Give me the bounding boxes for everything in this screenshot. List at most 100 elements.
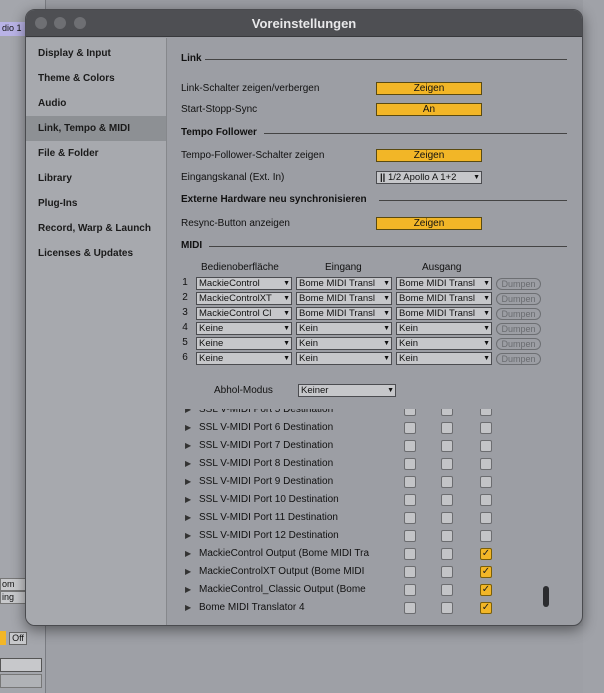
sync-checkbox[interactable] bbox=[441, 458, 453, 470]
remote-checkbox[interactable] bbox=[480, 458, 492, 470]
disclosure-triangle-icon[interactable]: ▶ bbox=[185, 603, 191, 612]
midi-input-select[interactable]: Bome MIDI Transl ▼ bbox=[296, 292, 392, 305]
disclosure-triangle-icon[interactable]: ▶ bbox=[185, 531, 191, 540]
dump-button[interactable]: Dumpen bbox=[496, 293, 541, 305]
sidebar-item[interactable]: File & Folder bbox=[26, 141, 166, 166]
remote-checkbox[interactable] bbox=[480, 409, 492, 416]
midi-output-select[interactable]: Bome MIDI Transl ▼ bbox=[396, 307, 492, 320]
sync-checkbox[interactable] bbox=[441, 494, 453, 506]
track-checkbox[interactable] bbox=[404, 548, 416, 560]
remote-checkbox[interactable]: ✓ bbox=[480, 566, 492, 578]
disclosure-triangle-icon[interactable]: ▶ bbox=[185, 477, 191, 486]
midi-output-select[interactable]: Kein ▼ bbox=[396, 322, 492, 335]
sidebar-item[interactable]: Link, Tempo & MIDI bbox=[26, 116, 166, 141]
disclosure-triangle-icon[interactable]: ▶ bbox=[185, 409, 191, 414]
midi-input-select[interactable]: Kein ▼ bbox=[296, 322, 392, 335]
midi-output-select[interactable]: Bome MIDI Transl ▼ bbox=[396, 277, 492, 290]
midi-output-select[interactable]: Kein ▼ bbox=[396, 337, 492, 350]
disclosure-triangle-icon[interactable]: ▶ bbox=[185, 585, 191, 594]
dump-button[interactable]: Dumpen bbox=[496, 323, 541, 335]
track-checkbox[interactable] bbox=[404, 494, 416, 506]
background-app-bottom bbox=[46, 626, 583, 693]
control-surface-select[interactable]: Keine ▼ bbox=[196, 322, 292, 335]
input-channel-select[interactable]: || 1/2 Apollo A 1+2 ▼ bbox=[376, 171, 482, 184]
dump-button[interactable]: Dumpen bbox=[496, 308, 541, 320]
track-checkbox[interactable] bbox=[404, 602, 416, 614]
control-surface-select[interactable]: MackieControl ▼ bbox=[196, 277, 292, 290]
dump-button[interactable]: Dumpen bbox=[496, 353, 541, 365]
control-surface-select[interactable]: MackieControlXT ▼ bbox=[196, 292, 292, 305]
track-checkbox[interactable] bbox=[404, 584, 416, 596]
disclosure-triangle-icon[interactable]: ▶ bbox=[185, 423, 191, 432]
track-checkbox[interactable] bbox=[404, 476, 416, 488]
sidebar-item[interactable]: Audio bbox=[26, 91, 166, 116]
midi-port-name: Bome MIDI Translator 4 bbox=[199, 602, 305, 613]
sync-checkbox[interactable] bbox=[441, 512, 453, 524]
disclosure-triangle-icon[interactable]: ▶ bbox=[185, 459, 191, 468]
chevron-down-icon: ▼ bbox=[482, 338, 490, 349]
sync-checkbox[interactable] bbox=[441, 409, 453, 416]
remote-checkbox[interactable] bbox=[480, 512, 492, 524]
resync-button[interactable]: Zeigen bbox=[376, 217, 482, 230]
midi-input-select[interactable]: Bome MIDI Transl ▼ bbox=[296, 307, 392, 320]
track-checkbox[interactable] bbox=[404, 566, 416, 578]
ports-scrollbar[interactable] bbox=[543, 586, 549, 607]
control-surface-select[interactable]: Keine ▼ bbox=[196, 352, 292, 365]
sync-checkbox[interactable] bbox=[441, 476, 453, 488]
pickup-mode-select[interactable]: Keiner ▼ bbox=[298, 384, 396, 397]
remote-checkbox[interactable] bbox=[480, 530, 492, 542]
remote-checkbox[interactable]: ✓ bbox=[480, 548, 492, 560]
sidebar-item[interactable]: Record, Warp & Launch bbox=[26, 216, 166, 241]
disclosure-triangle-icon[interactable]: ▶ bbox=[185, 513, 191, 522]
midi-port-row: ▶ Bome MIDI Translator 4 ✓ bbox=[168, 600, 582, 618]
sidebar-item[interactable]: Theme & Colors bbox=[26, 66, 166, 91]
sidebar-item[interactable]: Library bbox=[26, 166, 166, 191]
disclosure-triangle-icon[interactable]: ▶ bbox=[185, 495, 191, 504]
disclosure-triangle-icon[interactable]: ▶ bbox=[185, 441, 191, 450]
sidebar-item[interactable]: Licenses & Updates bbox=[26, 241, 166, 266]
sync-checkbox[interactable] bbox=[441, 422, 453, 434]
midi-input-select[interactable]: Kein ▼ bbox=[296, 352, 392, 365]
sync-checkbox[interactable] bbox=[441, 602, 453, 614]
midi-port-name: MackieControl Output (Bome MIDI Tra bbox=[199, 548, 370, 559]
background-toggle[interactable] bbox=[0, 631, 6, 645]
track-checkbox[interactable] bbox=[404, 440, 416, 452]
midi-output-select[interactable]: Bome MIDI Transl ▼ bbox=[396, 292, 492, 305]
tempo-follower-toggle-button[interactable]: Zeigen bbox=[376, 149, 482, 162]
sync-checkbox[interactable] bbox=[441, 548, 453, 560]
remote-checkbox[interactable] bbox=[480, 476, 492, 488]
disclosure-triangle-icon[interactable]: ▶ bbox=[185, 549, 191, 558]
start-stop-sync-button[interactable]: An bbox=[376, 103, 482, 116]
track-checkbox[interactable] bbox=[404, 409, 416, 416]
remote-checkbox[interactable] bbox=[480, 494, 492, 506]
background-off-button[interactable]: Off bbox=[9, 632, 27, 645]
track-checkbox[interactable] bbox=[404, 530, 416, 542]
disclosure-triangle-icon[interactable]: ▶ bbox=[185, 567, 191, 576]
background-track-tab[interactable]: dio 1 bbox=[0, 22, 28, 36]
dump-button[interactable]: Dumpen bbox=[496, 338, 541, 350]
sync-checkbox[interactable] bbox=[441, 530, 453, 542]
row-number: 2 bbox=[182, 292, 188, 303]
control-surface-select[interactable]: Keine ▼ bbox=[196, 337, 292, 350]
track-checkbox[interactable] bbox=[404, 422, 416, 434]
control-surface-select[interactable]: MackieControl Cl ▼ bbox=[196, 307, 292, 320]
track-checkbox[interactable] bbox=[404, 458, 416, 470]
sync-checkbox[interactable] bbox=[441, 584, 453, 596]
background-dropdown[interactable] bbox=[0, 658, 42, 672]
chevron-down-icon: ▼ bbox=[482, 308, 490, 319]
midi-output-select[interactable]: Kein ▼ bbox=[396, 352, 492, 365]
sidebar-item[interactable]: Display & Input bbox=[26, 41, 166, 66]
track-checkbox[interactable] bbox=[404, 512, 416, 524]
link-toggle-button[interactable]: Zeigen bbox=[376, 82, 482, 95]
midi-input-select[interactable]: Kein ▼ bbox=[296, 337, 392, 350]
remote-checkbox[interactable] bbox=[480, 422, 492, 434]
remote-checkbox[interactable]: ✓ bbox=[480, 602, 492, 614]
dump-button[interactable]: Dumpen bbox=[496, 278, 541, 290]
sidebar-item[interactable]: Plug-Ins bbox=[26, 191, 166, 216]
sync-checkbox[interactable] bbox=[441, 566, 453, 578]
remote-checkbox[interactable]: ✓ bbox=[480, 584, 492, 596]
midi-input-select[interactable]: Bome MIDI Transl ▼ bbox=[296, 277, 392, 290]
midi-port-row: ▶ SSL V-MIDI Port 11 Destination bbox=[168, 510, 582, 528]
sync-checkbox[interactable] bbox=[441, 440, 453, 452]
remote-checkbox[interactable] bbox=[480, 440, 492, 452]
